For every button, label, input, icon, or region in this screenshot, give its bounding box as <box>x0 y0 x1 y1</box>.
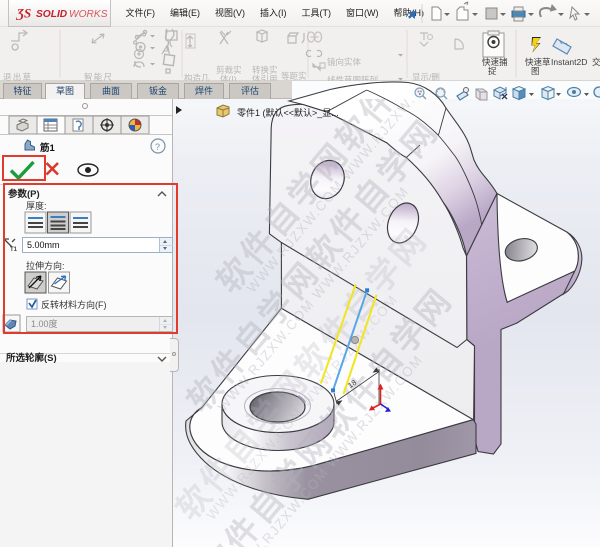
svg-text:A: A <box>161 42 171 57</box>
svg-text:镜向实体: 镜向实体 <box>327 57 362 67</box>
svg-text:零件1 (默认<<默认>_显...: 零件1 (默认<<默认>_显... <box>237 107 339 118</box>
svg-text:体(I): 体(I) <box>220 74 237 81</box>
svg-text:ƷS: ƷS <box>15 6 31 21</box>
svg-text:体引用: 体引用 <box>252 74 278 81</box>
svg-text:?: ? <box>155 142 160 152</box>
svg-text:所选轮廓(S): 所选轮廓(S) <box>6 352 57 364</box>
svg-text:捉: 捉 <box>488 66 497 76</box>
svg-text:图: 图 <box>531 66 540 76</box>
svg-text:筋1: 筋1 <box>39 142 56 154</box>
svg-text:SOLID: SOLID <box>36 9 68 20</box>
svg-text:显示/删: 显示/删 <box>412 72 440 81</box>
svg-text:交: 交 <box>592 57 600 67</box>
svg-text:Instant2D: Instant2D <box>551 57 587 67</box>
svg-text:构造几: 构造几 <box>184 73 210 81</box>
svg-text:WORKS: WORKS <box>69 9 108 20</box>
